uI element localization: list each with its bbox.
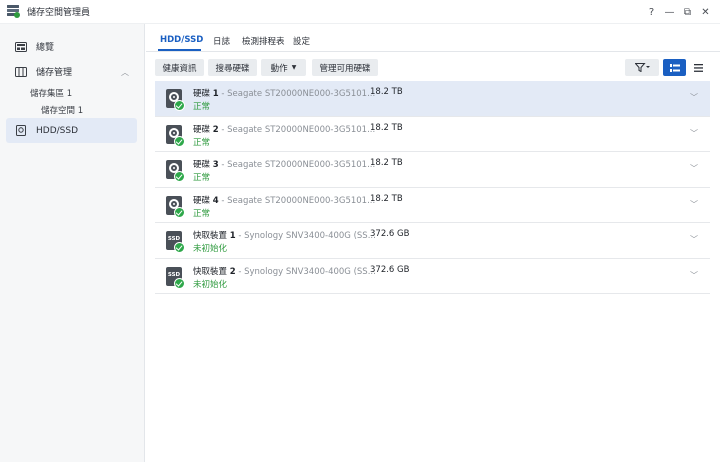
status-ok-icon bbox=[174, 135, 185, 147]
toolbar: 健康資訊 搜尋硬碟 動作 ▼ 管理可用硬碟 bbox=[155, 59, 715, 76]
sidebar-item-storage-pool[interactable]: 儲存集區 1 bbox=[30, 87, 72, 99]
title-bar: 儲存空間管理員 ? — ⧉ ✕ bbox=[0, 0, 720, 24]
tab-settings[interactable]: 設定 bbox=[293, 35, 310, 47]
manage-available-drives-button[interactable]: 管理可用硬碟 bbox=[312, 59, 378, 76]
detail-list-icon bbox=[669, 63, 680, 72]
caret-down-icon: ▼ bbox=[291, 64, 297, 71]
sidebar-item-label: 儲存管理 bbox=[36, 68, 73, 78]
chevron-down-icon[interactable]: ﹀ bbox=[690, 163, 698, 174]
drive-size: 18.2 TB bbox=[370, 193, 403, 204]
compact-view-button[interactable] bbox=[688, 59, 709, 76]
sidebar-item-label: 總覽 bbox=[36, 43, 55, 53]
storage-icon bbox=[14, 66, 27, 78]
list-icon bbox=[694, 63, 703, 72]
status-ok-icon bbox=[174, 100, 185, 111]
maximize-button[interactable]: ⧉ bbox=[679, 4, 696, 20]
drive-size: 372.6 GB bbox=[370, 264, 410, 275]
drive-size: 18.2 TB bbox=[370, 122, 403, 133]
chevron-up-icon[interactable]: ︿ bbox=[121, 67, 129, 78]
filter-button[interactable] bbox=[625, 59, 659, 76]
storage-manager-app-icon bbox=[7, 5, 21, 18]
drive-status: 未初始化 bbox=[193, 244, 228, 254]
disk-icon bbox=[14, 125, 27, 137]
drive-size: 18.2 TB bbox=[370, 87, 403, 97]
help-button[interactable]: ? bbox=[643, 4, 660, 20]
window-title: 儲存空間管理員 bbox=[27, 8, 91, 18]
list-item[interactable]: SSD 快取裝置 2 - Synology SNV3400-400G (SS..… bbox=[155, 259, 710, 294]
tab-hdd-ssd[interactable]: HDD/SSD bbox=[160, 35, 203, 45]
tab-logs[interactable]: 日誌 bbox=[213, 35, 230, 47]
find-drive-button[interactable]: 搜尋硬碟 bbox=[208, 59, 257, 76]
chevron-down-icon[interactable]: ﹀ bbox=[690, 270, 698, 281]
chevron-down-icon[interactable]: ﹀ bbox=[690, 92, 698, 103]
list-item[interactable]: SSD 快取裝置 1 - Synology SNV3400-400G (SS..… bbox=[155, 223, 710, 259]
list-item[interactable]: 硬碟 1 - Seagate ST20000NE000-3G5101... 18… bbox=[155, 81, 710, 117]
sidebar-item-label: HDD/SSD bbox=[36, 125, 79, 136]
filter-icon bbox=[634, 63, 650, 72]
drive-status: 正常 bbox=[193, 137, 211, 148]
chevron-down-icon[interactable]: ﹀ bbox=[690, 199, 698, 210]
list-item[interactable]: 硬碟 2 - Seagate ST20000NE000-3G5101... 18… bbox=[155, 117, 710, 152]
minimize-button[interactable]: — bbox=[661, 4, 678, 20]
drive-list: 硬碟 1 - Seagate ST20000NE000-3G5101... 18… bbox=[155, 81, 710, 294]
drive-status: 正常 bbox=[193, 173, 211, 183]
chevron-down-icon[interactable]: ﹀ bbox=[690, 234, 698, 245]
list-item[interactable]: 硬碟 3 - Seagate ST20000NE000-3G5101... 18… bbox=[155, 152, 710, 188]
drive-size: 372.6 GB bbox=[370, 229, 410, 239]
action-dropdown-button[interactable]: 動作 ▼ bbox=[261, 59, 306, 76]
sidebar-item-volume[interactable]: 儲存空間 1 bbox=[41, 104, 83, 116]
drive-status: 正常 bbox=[193, 208, 211, 219]
tab-test-schedule[interactable]: 檢測排程表 bbox=[242, 35, 285, 47]
overview-icon bbox=[14, 41, 27, 53]
close-button[interactable]: ✕ bbox=[697, 4, 714, 20]
status-ok-icon bbox=[174, 242, 185, 253]
list-item[interactable]: 硬碟 4 - Seagate ST20000NE000-3G5101... 18… bbox=[155, 188, 710, 223]
sidebar-item-hdd-ssd[interactable]: HDD/SSD bbox=[6, 118, 137, 143]
sidebar-item-overview[interactable]: 總覽 bbox=[6, 34, 137, 59]
status-ok-icon bbox=[174, 206, 185, 218]
status-ok-icon bbox=[174, 277, 185, 289]
detail-view-button[interactable] bbox=[663, 59, 686, 76]
status-ok-icon bbox=[174, 171, 185, 182]
drive-status: 未初始化 bbox=[193, 279, 228, 290]
active-tab-indicator bbox=[158, 49, 201, 51]
sidebar-item-storage[interactable]: 儲存管理 ︿ bbox=[6, 59, 137, 84]
drive-status: 正常 bbox=[193, 102, 211, 112]
sidebar: 總覽 儲存管理 ︿ 儲存集區 1 儲存空間 1 HDD/SSD bbox=[0, 24, 145, 462]
chevron-down-icon[interactable]: ﹀ bbox=[690, 128, 698, 139]
tab-bar: HDD/SSD 日誌 檢測排程表 設定 bbox=[146, 24, 720, 52]
drive-size: 18.2 TB bbox=[370, 158, 403, 168]
health-info-button[interactable]: 健康資訊 bbox=[155, 59, 204, 76]
